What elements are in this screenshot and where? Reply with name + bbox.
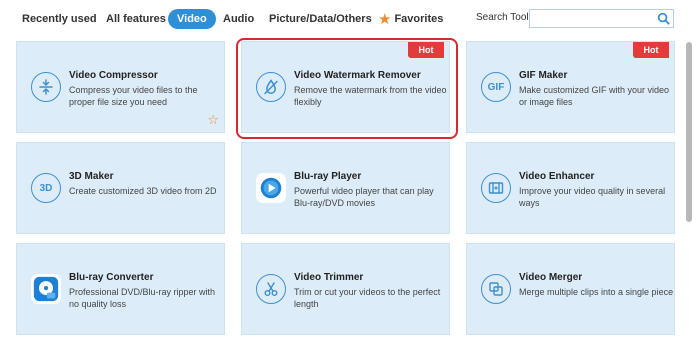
merge-icon: [481, 274, 511, 304]
watermark-drop-icon: [256, 72, 286, 102]
card-description: Merge multiple clips into a single piece: [519, 287, 674, 297]
star-icon: ★: [378, 11, 392, 28]
card-video-compressor[interactable]: Video Compressor Compress your video fil…: [16, 41, 225, 133]
card-video-trimmer[interactable]: Video Trimmer Trim or cut your videos to…: [241, 243, 450, 335]
bluray-player-icon: [256, 173, 286, 203]
scrollbar-thumb[interactable]: [686, 42, 692, 222]
card-title: Video Trimmer: [294, 272, 364, 283]
card-description: Professional DVD/Blu-ray ripper with no …: [69, 287, 216, 309]
card-description: Make customized GIF with your video or i…: [519, 85, 670, 107]
card-title: 3D Maker: [69, 171, 114, 182]
tab-video[interactable]: Video: [168, 9, 216, 29]
tab-favorites-label: Favorites: [394, 13, 444, 25]
card-title: Blu-ray Player: [294, 171, 362, 182]
card-description: Create customized 3D video from 2D: [69, 186, 217, 196]
favorite-star-icon[interactable]: ☆: [207, 112, 219, 128]
card-title: Video Compressor: [69, 70, 158, 81]
search-icon[interactable]: [657, 12, 670, 25]
card-blu-ray-converter[interactable]: Blu-ray Converter Professional DVD/Blu-r…: [16, 243, 225, 335]
category-tab-bar: Recently used All features Video Audio P…: [0, 0, 700, 38]
scissors-icon: [256, 274, 286, 304]
card-description: Improve your video quality in several wa…: [519, 186, 666, 208]
card-title: GIF Maker: [519, 70, 568, 81]
card-description: Compress your video files to the proper …: [69, 85, 198, 107]
tab-picture-data-others[interactable]: Picture/Data/Others: [269, 9, 372, 29]
card-video-enhancer[interactable]: Video Enhancer Improve your video qualit…: [466, 142, 675, 234]
card-description: Powerful video player that can play Blu-…: [294, 186, 434, 208]
tab-all-features[interactable]: All features: [106, 9, 166, 29]
tab-favorites[interactable]: ★ Favorites: [378, 9, 443, 29]
search-input[interactable]: [529, 9, 674, 28]
card-title: Video Merger: [519, 272, 583, 283]
bluray-converter-icon: [31, 274, 61, 304]
tab-recently-used[interactable]: Recently used: [22, 9, 97, 29]
3d-icon: 3D: [31, 173, 61, 203]
search-label: Search Tool:: [476, 12, 532, 23]
tab-audio[interactable]: Audio: [223, 9, 254, 29]
enhancer-icon: [481, 173, 511, 203]
card-title: Video Enhancer: [519, 171, 595, 182]
compress-icon: [31, 72, 61, 102]
hot-badge: Hot: [408, 42, 444, 58]
card-video-merger[interactable]: Video Merger Merge multiple clips into a…: [466, 243, 675, 335]
card-title: Blu-ray Converter: [69, 272, 154, 283]
gif-icon: GIF: [481, 72, 511, 102]
card-description: Trim or cut your videos to the perfect l…: [294, 287, 441, 309]
card-video-watermark-remover[interactable]: Video Watermark Remover Remove the water…: [241, 41, 450, 133]
card-3d-maker[interactable]: 3D 3D Maker Create customized 3D video f…: [16, 142, 225, 234]
card-blu-ray-player[interactable]: Blu-ray Player Powerful video player tha…: [241, 142, 450, 234]
card-gif-maker[interactable]: GIF GIF Maker Make customized GIF with y…: [466, 41, 675, 133]
card-description: Remove the watermark from the video flex…: [294, 85, 447, 107]
card-title: Video Watermark Remover: [294, 70, 421, 81]
hot-badge: Hot: [633, 42, 669, 58]
